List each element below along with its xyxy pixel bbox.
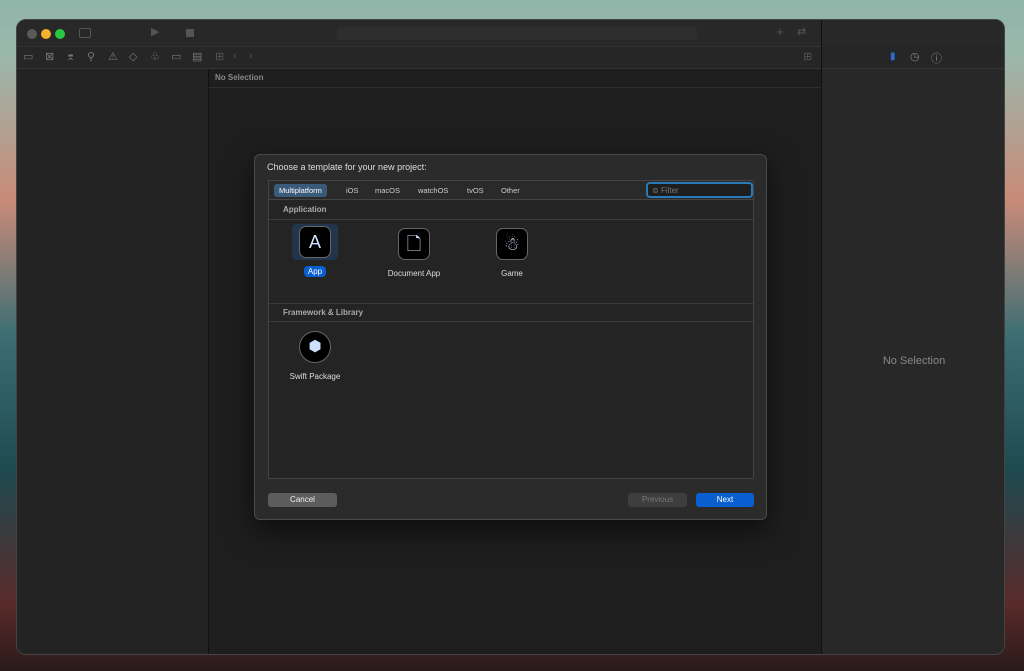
hierarchy-icon[interactable]: ⌆ (66, 50, 75, 63)
dialog-title: Choose a template for your new project: (267, 162, 427, 172)
tab-watchos[interactable]: watchOS (413, 184, 453, 197)
minimize-button[interactable] (41, 29, 51, 39)
activity-view (337, 27, 697, 40)
add-icon[interactable]: + (776, 24, 784, 39)
tab-multiplatform[interactable]: Multiplatform (274, 184, 327, 197)
history-icon[interactable]: ◷ (910, 50, 920, 63)
breakpoint-icon[interactable]: ▭ (171, 50, 181, 63)
add-editor-icon[interactable]: ⊞ (803, 50, 812, 63)
cancel-button[interactable]: Cancel (268, 493, 337, 507)
app-store-icon: A (299, 226, 331, 258)
platform-tabs: Multiplatform iOS macOS watchOS tvOS Oth… (269, 181, 753, 200)
section-application: Application (283, 205, 327, 214)
back-icon[interactable]: ‹ (233, 50, 237, 62)
search-icon[interactable]: ⚲ (87, 50, 95, 63)
source-control-icon[interactable]: ⊠ (45, 50, 54, 63)
report-icon[interactable]: ▤ (192, 50, 202, 63)
tab-macos[interactable]: macOS (370, 184, 405, 197)
warning-icon[interactable]: ⚠ (108, 50, 118, 63)
help-icon[interactable]: ⓘ (931, 50, 942, 66)
next-button[interactable]: Next (696, 493, 754, 507)
inspector-panel: ▮ ◷ ⓘ No Selection (821, 20, 1004, 654)
template-game[interactable]: ☃ Game (477, 228, 547, 281)
game-icon: ☃ (496, 228, 528, 260)
tab-tvos[interactable]: tvOS (462, 184, 489, 197)
filter-input[interactable]: ⊜ Filter (646, 182, 753, 198)
no-selection-label: No Selection (882, 355, 946, 367)
navigator-sidebar (17, 69, 209, 654)
debug-icon[interactable]: ♧ (150, 50, 160, 63)
section-framework-library: Framework & Library (283, 308, 364, 317)
swap-icon[interactable]: ⇄ (797, 25, 806, 38)
jump-bar: No Selection (209, 69, 821, 88)
document-icon: 🗋 (398, 228, 430, 260)
stop-icon[interactable] (186, 29, 194, 37)
new-project-dialog: Choose a template for your new project: … (254, 154, 767, 520)
previous-button[interactable]: Previous (628, 493, 687, 507)
template-app[interactable]: A App (280, 224, 350, 279)
template-swift-package[interactable]: ⬢ Swift Package (280, 331, 350, 384)
tab-ios[interactable]: iOS (341, 184, 364, 197)
template-chooser: Multiplatform iOS macOS watchOS tvOS Oth… (268, 180, 754, 479)
forward-icon[interactable]: › (249, 50, 253, 62)
grid-icon[interactable]: ⊞ (215, 50, 224, 63)
run-icon[interactable]: ▶ (151, 25, 159, 38)
zoom-button[interactable] (55, 29, 65, 39)
test-icon[interactable]: ◇ (129, 50, 137, 63)
package-icon: ⬢ (299, 331, 331, 363)
tab-other[interactable]: Other (496, 184, 525, 197)
file-inspector-icon[interactable]: ▮ (890, 51, 896, 62)
template-document-app[interactable]: 🗋 Document App (379, 228, 449, 281)
folder-icon[interactable]: ▭ (23, 50, 33, 63)
close-button[interactable] (27, 29, 37, 39)
sidebar-toggle-icon[interactable] (79, 28, 91, 38)
filter-icon: ⊜ (652, 186, 659, 195)
breadcrumb: No Selection (215, 73, 264, 82)
